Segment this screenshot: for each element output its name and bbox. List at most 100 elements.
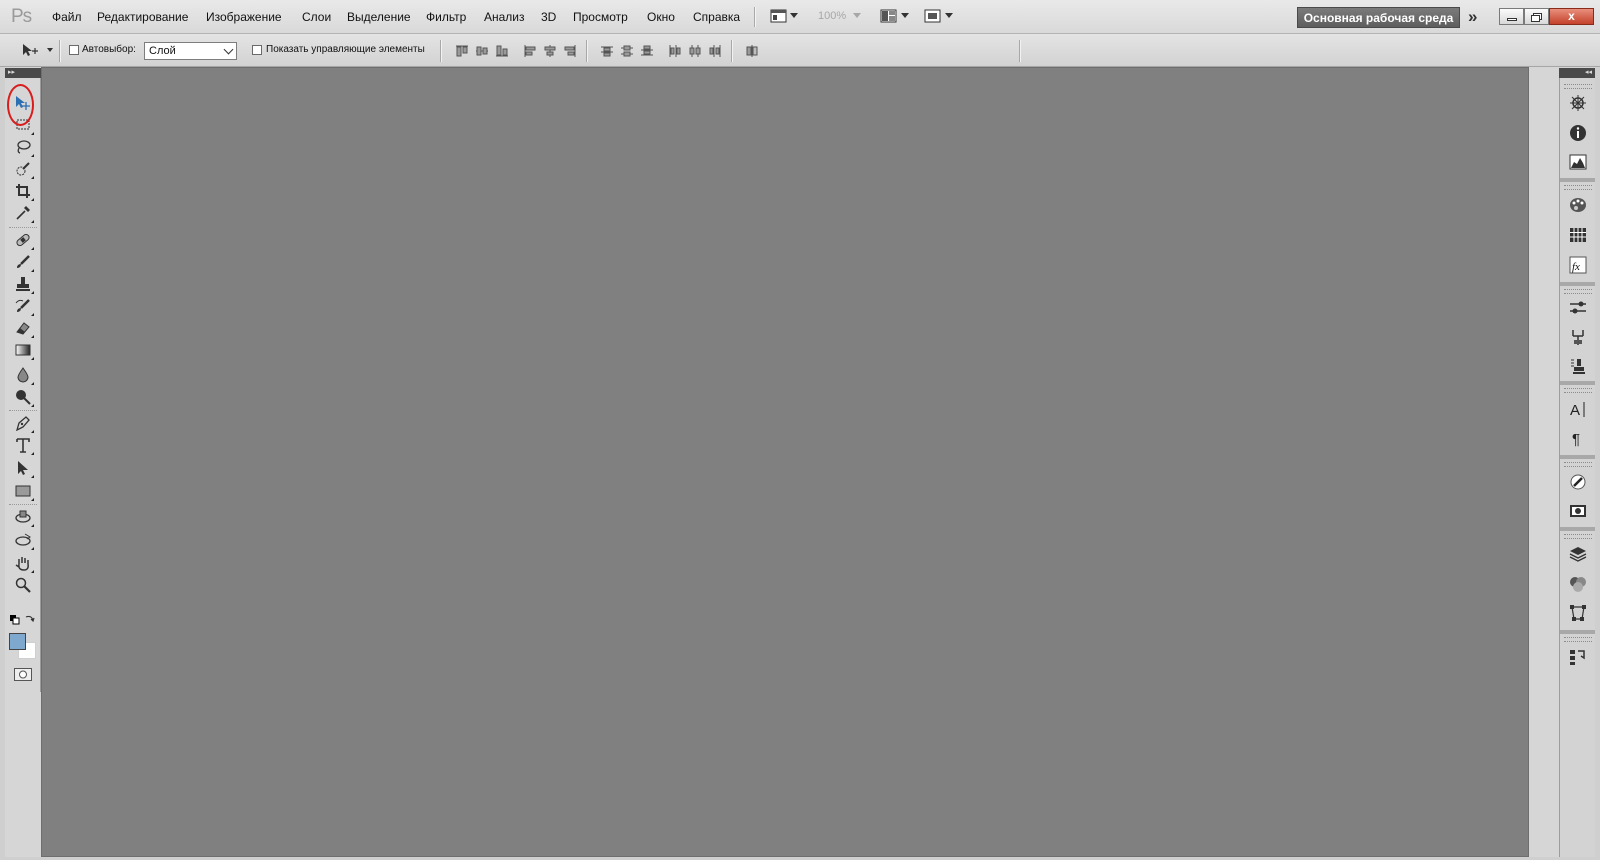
menu-help[interactable]: Справка: [693, 10, 740, 24]
dock-group-grip[interactable]: [1564, 289, 1592, 294]
distribute-right-icon[interactable]: [708, 45, 722, 57]
zoom-tool[interactable]: [12, 575, 34, 595]
history-icon[interactable]: [1569, 648, 1587, 666]
menu-edit[interactable]: Редактирование: [97, 10, 188, 24]
histogram-icon[interactable]: [1569, 153, 1587, 171]
color-palette-icon[interactable]: [1569, 196, 1587, 214]
zoom-dropdown-arrow[interactable]: [853, 13, 861, 18]
dock-expand-handle[interactable]: ◂◂: [1559, 68, 1595, 78]
channels-icon[interactable]: [1569, 575, 1587, 593]
align-left-icon[interactable]: [523, 45, 537, 57]
info-icon[interactable]: [1569, 124, 1587, 142]
canvas-workspace[interactable]: [41, 67, 1529, 857]
masks-icon[interactable]: [1569, 328, 1587, 346]
quick-selection-tool[interactable]: [12, 159, 34, 179]
dock-group-grip[interactable]: [1564, 462, 1592, 467]
workspace-switcher-button[interactable]: Основная рабочая среда: [1297, 7, 1460, 28]
hand-tool[interactable]: [12, 553, 34, 573]
clone-stamp-tool[interactable]: [12, 274, 34, 294]
dock-group-grip[interactable]: [1564, 185, 1592, 190]
tool-preset-dropdown-arrow[interactable]: [47, 48, 53, 52]
screen-mode-icon[interactable]: [924, 9, 941, 23]
align-top-icon[interactable]: [455, 45, 469, 57]
paragraph-icon[interactable]: ¶: [1569, 429, 1587, 447]
styles-fx-icon[interactable]: fx: [1569, 256, 1587, 274]
menu-select[interactable]: Выделение: [347, 10, 411, 24]
distribute-vertical-center-icon[interactable]: [620, 45, 634, 57]
eraser-tool[interactable]: [12, 318, 34, 338]
paths-icon[interactable]: [1569, 604, 1587, 622]
3d-rotate-tool[interactable]: [12, 507, 34, 527]
menu-separator: [754, 7, 756, 27]
align-bottom-icon[interactable]: [495, 45, 509, 57]
screen-mode-dropdown-arrow[interactable]: [945, 13, 953, 18]
submenu-indicator: [31, 404, 34, 407]
auto-select-checkbox[interactable]: [69, 45, 79, 55]
distribute-horizontal-center-icon[interactable]: [688, 45, 702, 57]
tool-preset-move-icon[interactable]: [22, 43, 42, 57]
auto-align-layers-icon[interactable]: [745, 45, 759, 57]
close-button[interactable]: x: [1549, 8, 1594, 25]
dodge-tool[interactable]: [12, 387, 34, 407]
dock-group-grip[interactable]: [1564, 84, 1592, 89]
dock-group-grip[interactable]: [1564, 637, 1592, 642]
adjustments-icon[interactable]: [1569, 299, 1587, 317]
menu-3d[interactable]: 3D: [541, 10, 556, 24]
align-right-icon[interactable]: [563, 45, 577, 57]
menu-window[interactable]: Окно: [647, 10, 675, 24]
bridge-dropdown-arrow[interactable]: [790, 13, 798, 18]
auto-select-target-select[interactable]: Слой: [144, 42, 237, 60]
path-selection-tool[interactable]: [12, 458, 34, 478]
quick-mask-icon[interactable]: [14, 668, 32, 681]
swatches-icon[interactable]: [1569, 226, 1587, 244]
default-colors-icon[interactable]: [10, 615, 20, 625]
brush-tool[interactable]: [12, 252, 34, 272]
arrange-documents-icon[interactable]: [880, 9, 897, 23]
distribute-top-icon[interactable]: [600, 45, 614, 57]
show-transform-controls-label: Показать управляющие элементы: [266, 44, 425, 55]
rectangle-tool[interactable]: [12, 481, 34, 501]
crop-tool[interactable]: [12, 181, 34, 201]
brushes-icon[interactable]: [1569, 473, 1587, 491]
menu-layers[interactable]: Слои: [302, 10, 331, 24]
show-transform-controls-checkbox[interactable]: [252, 45, 262, 55]
layers-icon[interactable]: [1569, 545, 1587, 563]
tool-presets-icon[interactable]: [1569, 502, 1587, 520]
dock-group-grip[interactable]: [1564, 388, 1592, 393]
menu-image[interactable]: Изображение: [206, 10, 282, 24]
zoom-level[interactable]: 100%: [818, 10, 846, 22]
menu-analysis[interactable]: Анализ: [484, 10, 525, 24]
stamp-icon: [16, 277, 30, 291]
restore-button[interactable]: [1524, 8, 1549, 25]
minimize-button[interactable]: [1499, 8, 1524, 25]
clone-source-icon[interactable]: [1569, 357, 1587, 375]
menu-view[interactable]: Просмотр: [573, 10, 628, 24]
distribute-left-icon[interactable]: [668, 45, 682, 57]
eyedropper-tool[interactable]: [12, 203, 34, 223]
dock-group-grip[interactable]: [1564, 534, 1592, 539]
spot-healing-brush-tool[interactable]: [12, 230, 34, 250]
3d-orbit-tool[interactable]: [12, 530, 34, 550]
distribute-bottom-icon[interactable]: [640, 45, 654, 57]
swap-colors-icon[interactable]: [25, 614, 35, 624]
menu-file[interactable]: Файл: [52, 10, 82, 24]
character-icon[interactable]: A: [1569, 400, 1587, 418]
menu-filter[interactable]: Фильтр: [426, 10, 466, 24]
history-brush-tool[interactable]: [12, 296, 34, 316]
align-horizontal-center-icon[interactable]: [543, 45, 557, 57]
arrange-dropdown-arrow[interactable]: [901, 13, 909, 18]
foreground-color-swatch[interactable]: [9, 633, 26, 650]
gradient-tool[interactable]: [12, 340, 34, 360]
more-workspaces-button[interactable]: »: [1468, 7, 1477, 27]
align-vertical-center-icon[interactable]: [475, 45, 489, 57]
blur-tool[interactable]: [12, 365, 34, 385]
type-tool[interactable]: [12, 435, 34, 455]
pen-tool[interactable]: [12, 413, 34, 433]
navigator-icon[interactable]: [1569, 94, 1587, 112]
dock-separator: [1560, 178, 1596, 182]
brush-icon: [17, 255, 30, 268]
tools-panel-collapse-handle[interactable]: ▸▸: [5, 68, 41, 78]
lasso-tool[interactable]: [12, 137, 34, 157]
launch-bridge-icon[interactable]: [770, 9, 787, 23]
move-tool-highlight-annotation: [7, 84, 34, 126]
